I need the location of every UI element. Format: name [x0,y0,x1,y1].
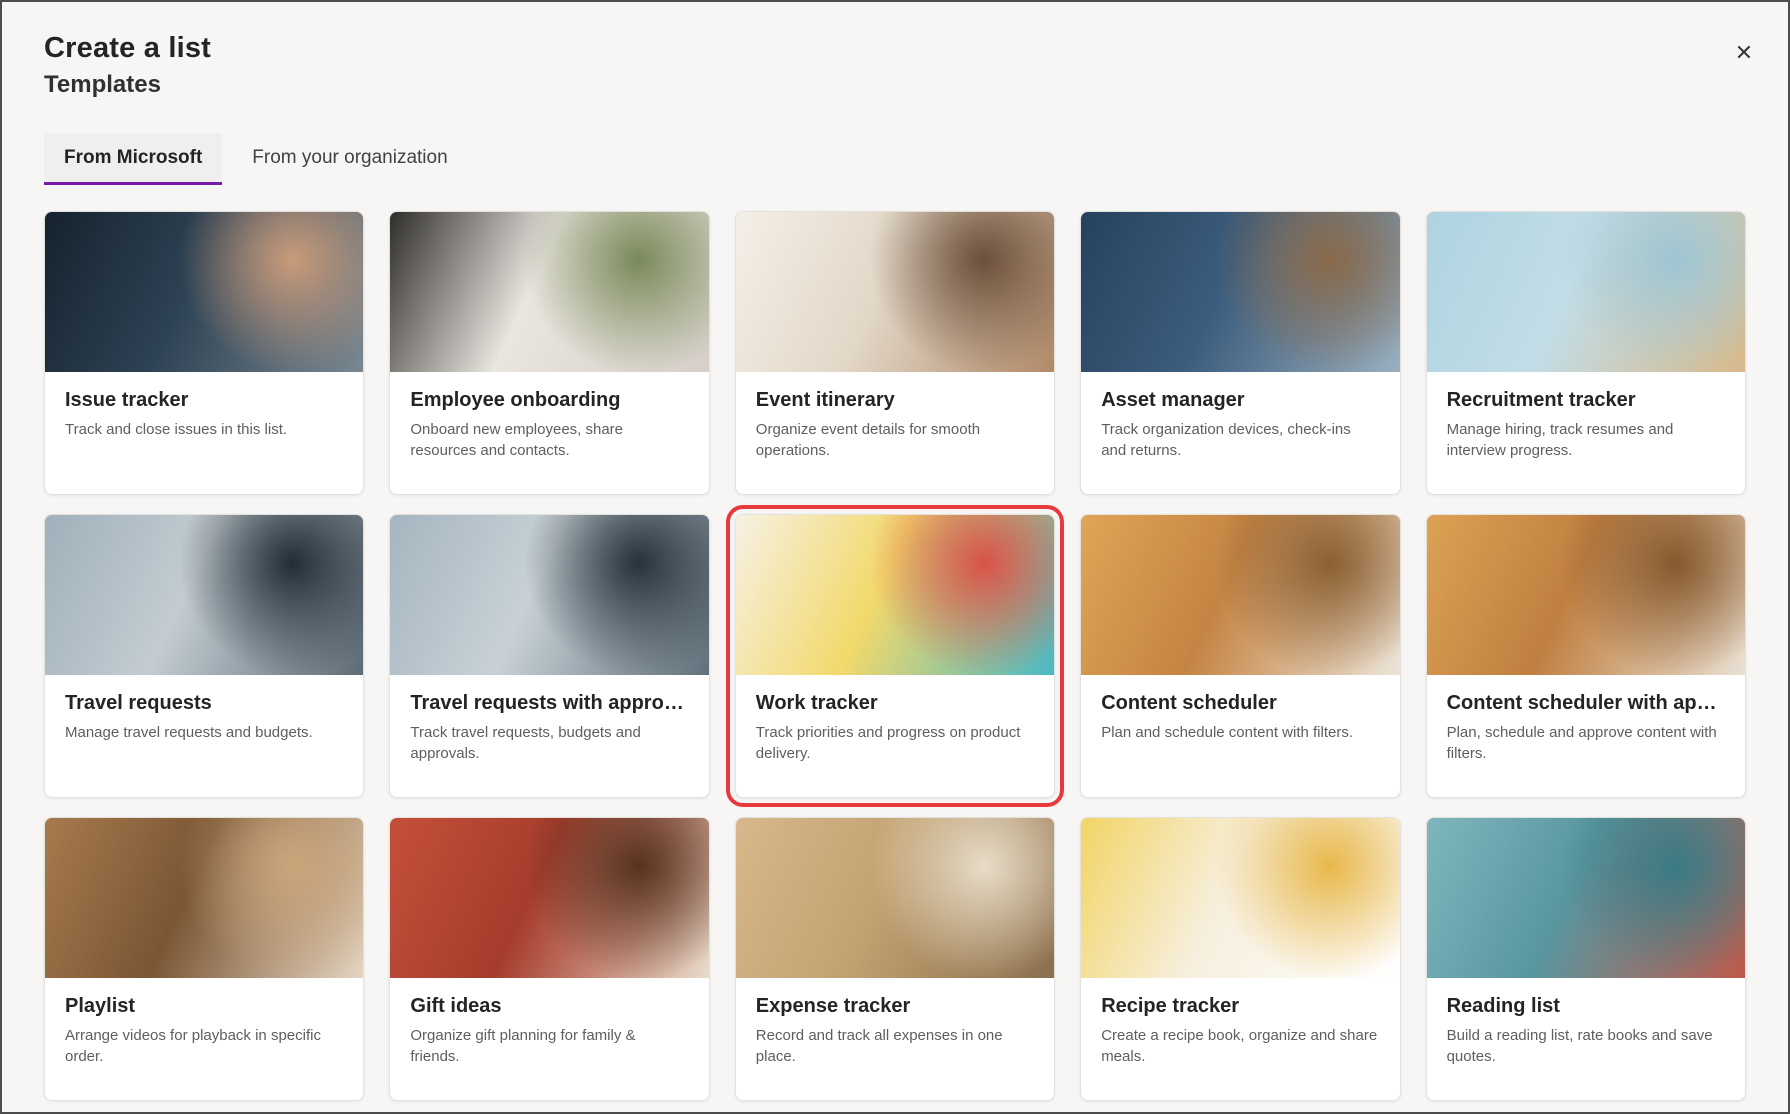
card-title: Issue tracker [65,389,343,412]
template-card-issue-tracker[interactable]: Issue tracker Track and close issues in … [44,211,364,495]
event-itinerary-photo [736,212,1054,372]
travel-requests-photo [45,515,363,675]
card-description: Onboard new employees, share resources a… [410,420,688,461]
create-list-dialog: ✕ Create a list Templates From Microsoft… [2,2,1788,1112]
card-description: Plan and schedule content with filters. [1101,723,1379,744]
card-body: Travel requests Manage travel requests a… [45,675,363,744]
card-description: Track organization devices, check-ins an… [1101,420,1379,461]
close-button[interactable]: ✕ [1726,36,1762,72]
close-icon: ✕ [1735,41,1753,66]
card-body: Employee onboarding Onboard new employee… [390,372,708,461]
card-title: Employee onboarding [410,389,688,412]
template-card-work-tracker[interactable]: Work tracker Track priorities and progre… [735,514,1055,798]
template-card-content-scheduler-with-approvals[interactable]: Content scheduler with app... Plan, sche… [1426,514,1746,798]
card-title: Playlist [65,995,343,1018]
card-description: Track travel requests, budgets and appro… [410,723,688,764]
dialog-title: Create a list [44,32,1746,65]
tab-from-microsoft[interactable]: From Microsoft [44,133,222,185]
card-title: Content scheduler with app... [1447,692,1725,715]
card-body: Expense tracker Record and track all exp… [736,978,1054,1067]
card-body: Content scheduler Plan and schedule cont… [1081,675,1399,744]
card-body: Gift ideas Organize gift planning for fa… [390,978,708,1067]
card-title: Event itinerary [756,389,1034,412]
content-scheduler-with-approvals-photo [1427,515,1745,675]
playlist-photo [45,818,363,978]
card-description: Manage travel requests and budgets. [65,723,343,744]
card-description: Track priorities and progress on product… [756,723,1034,764]
card-body: Asset manager Track organization devices… [1081,372,1399,461]
template-card-employee-onboarding[interactable]: Employee onboarding Onboard new employee… [389,211,709,495]
card-title: Recruitment tracker [1447,389,1725,412]
travel-requests-with-approvals-photo [390,515,708,675]
card-body: Content scheduler with app... Plan, sche… [1427,675,1745,764]
template-card-playlist[interactable]: Playlist Arrange videos for playback in … [44,817,364,1101]
asset-manager-photo [1081,212,1399,372]
card-body: Event itinerary Organize event details f… [736,372,1054,461]
card-title: Asset manager [1101,389,1379,412]
expense-tracker-photo [736,818,1054,978]
template-card-gift-ideas[interactable]: Gift ideas Organize gift planning for fa… [389,817,709,1101]
content-scheduler-photo [1081,515,1399,675]
template-card-expense-tracker[interactable]: Expense tracker Record and track all exp… [735,817,1055,1101]
card-body: Work tracker Track priorities and progre… [736,675,1054,764]
card-title: Gift ideas [410,995,688,1018]
reading-list-photo [1427,818,1745,978]
template-card-travel-requests-with-approvals[interactable]: Travel requests with approv... Track tra… [389,514,709,798]
template-grid: Issue tracker Track and close issues in … [44,211,1746,1101]
card-body: Recipe tracker Create a recipe book, org… [1081,978,1399,1067]
card-body: Travel requests with approv... Track tra… [390,675,708,764]
card-description: Build a reading list, rate books and sav… [1447,1026,1725,1067]
card-description: Record and track all expenses in one pla… [756,1026,1034,1067]
card-title: Expense tracker [756,995,1034,1018]
template-card-recruitment-tracker[interactable]: Recruitment tracker Manage hiring, track… [1426,211,1746,495]
template-card-asset-manager[interactable]: Asset manager Track organization devices… [1080,211,1400,495]
card-title: Travel requests with approv... [410,692,688,715]
card-title: Recipe tracker [1101,995,1379,1018]
tab-bar: From Microsoft From your organization [44,133,1746,185]
recruitment-tracker-photo [1427,212,1745,372]
template-card-event-itinerary[interactable]: Event itinerary Organize event details f… [735,211,1055,495]
card-title: Work tracker [756,692,1034,715]
card-body: Recruitment tracker Manage hiring, track… [1427,372,1745,461]
card-description: Organize gift planning for family & frie… [410,1026,688,1067]
gift-ideas-photo [390,818,708,978]
template-card-travel-requests[interactable]: Travel requests Manage travel requests a… [44,514,364,798]
card-description: Plan, schedule and approve content with … [1447,723,1725,764]
card-description: Manage hiring, track resumes and intervi… [1447,420,1725,461]
work-tracker-photo [736,515,1054,675]
template-card-content-scheduler[interactable]: Content scheduler Plan and schedule cont… [1080,514,1400,798]
card-body: Reading list Build a reading list, rate … [1427,978,1745,1067]
card-description: Track and close issues in this list. [65,420,343,441]
card-body: Playlist Arrange videos for playback in … [45,978,363,1067]
recipe-tracker-photo [1081,818,1399,978]
card-title: Content scheduler [1101,692,1379,715]
dialog-subtitle: Templates [44,71,1746,99]
tab-from-your-organization[interactable]: From your organization [232,133,467,185]
card-description: Arrange videos for playback in specific … [65,1026,343,1067]
card-body: Issue tracker Track and close issues in … [45,372,363,441]
employee-onboarding-photo [390,212,708,372]
card-title: Reading list [1447,995,1725,1018]
card-title: Travel requests [65,692,343,715]
card-description: Organize event details for smooth operat… [756,420,1034,461]
template-card-recipe-tracker[interactable]: Recipe tracker Create a recipe book, org… [1080,817,1400,1101]
issue-tracker-photo [45,212,363,372]
card-description: Create a recipe book, organize and share… [1101,1026,1379,1067]
template-card-reading-list[interactable]: Reading list Build a reading list, rate … [1426,817,1746,1101]
